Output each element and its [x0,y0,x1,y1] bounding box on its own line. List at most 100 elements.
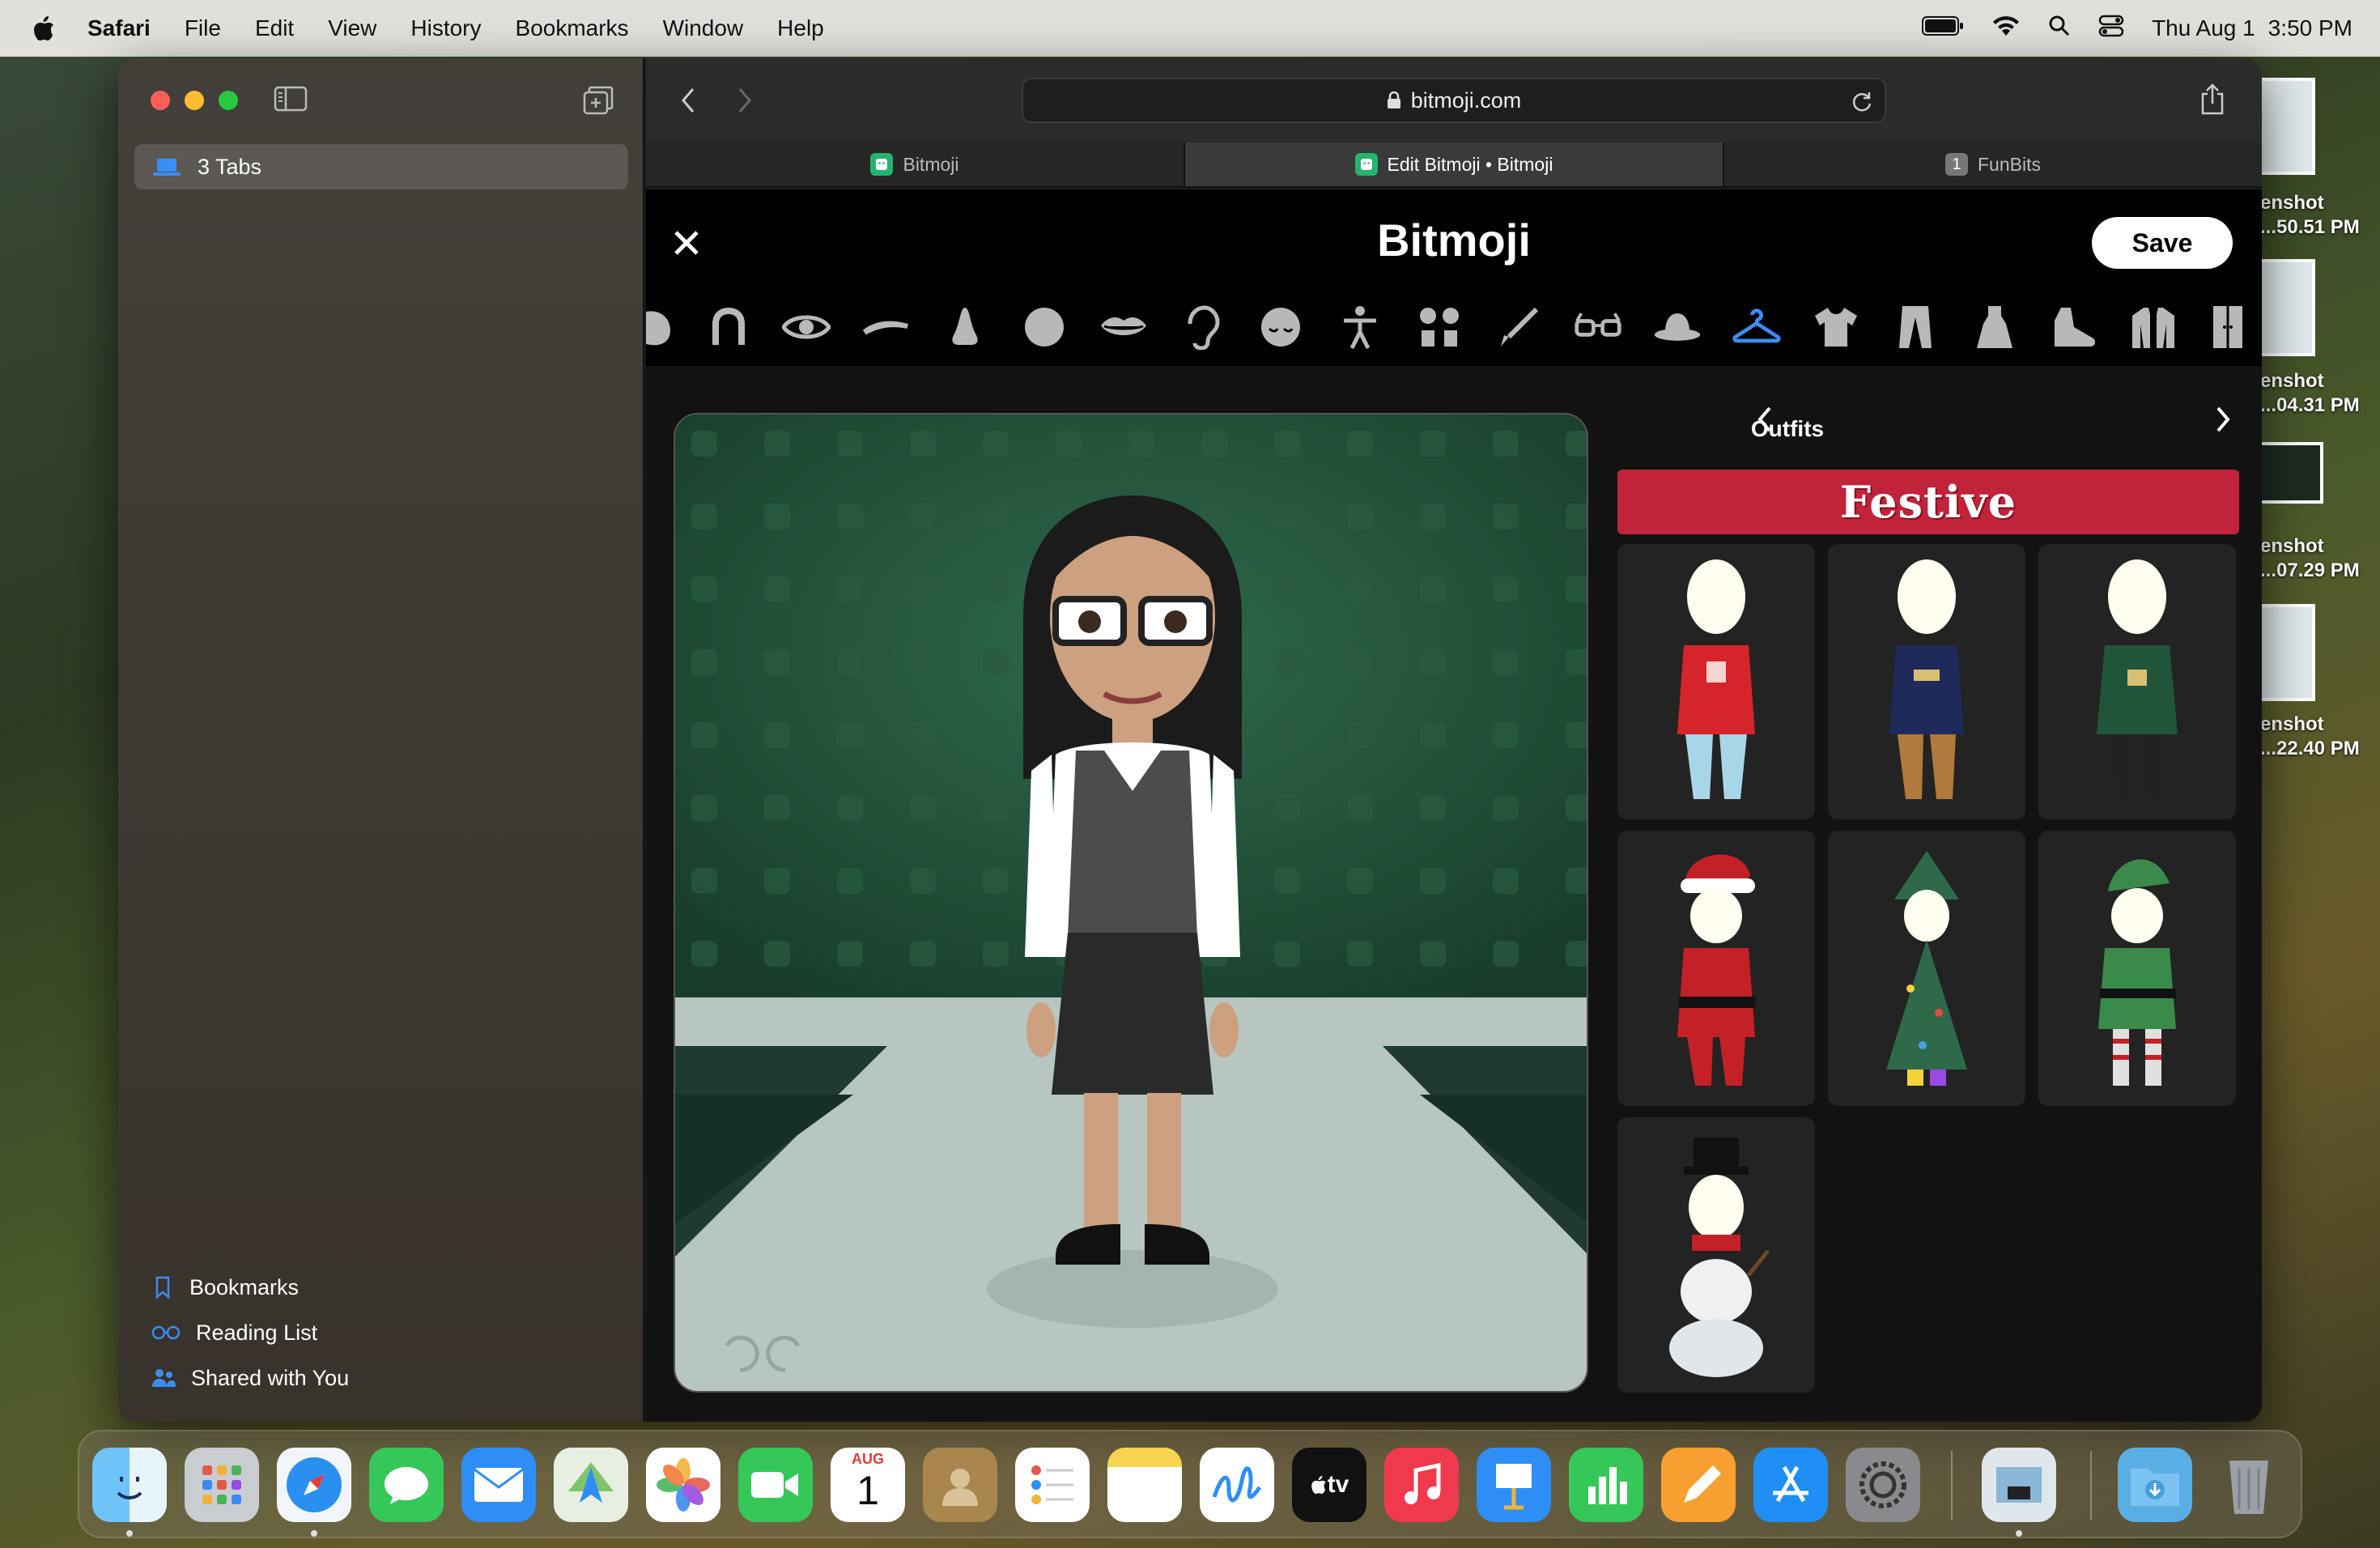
makeup-brush-icon[interactable] [1494,303,1543,351]
app-store-icon[interactable] [1753,1448,1828,1522]
outfit-tile-elf-costume[interactable] [2038,831,2236,1106]
head-icon[interactable] [1020,303,1069,351]
bitmoji-favicon-icon [1354,153,1378,176]
menu-window[interactable]: Window [663,15,744,41]
minimize-window-button[interactable] [185,91,204,110]
hair-icon[interactable] [704,303,753,351]
tab-group-item[interactable]: 3 Tabs [134,144,628,189]
undo-icon[interactable] [711,1329,751,1370]
calendar-icon[interactable]: AUG 1 [831,1448,905,1522]
tab-edit-bitmoji[interactable]: Edit Bitmoji • Bitmoji [1185,142,1724,186]
bottoms-icon[interactable] [1891,303,1940,351]
accessories-icon[interactable] [1415,303,1464,351]
face-shape-icon[interactable] [646,303,682,351]
facetime-icon[interactable] [738,1448,813,1522]
menu-view[interactable]: View [328,15,376,41]
outfit-tile-snowman[interactable] [1617,1117,1815,1393]
messages-icon[interactable] [369,1448,444,1522]
outfit-tile-green-sweater[interactable] [2038,544,2236,819]
forward-button[interactable] [735,86,754,119]
keynote-icon[interactable] [1477,1448,1551,1522]
glasses-icon[interactable] [1574,303,1622,351]
music-icon[interactable] [1384,1448,1459,1522]
tv-label: tv [1327,1471,1349,1498]
outfit-tile-red-sweater[interactable] [1617,544,1815,819]
sidebar-item-reading-list[interactable]: Reading List [151,1310,349,1355]
tab-label: Edit Bitmoji • Bitmoji [1387,153,1553,175]
address-bar[interactable]: bitmoji.com [1022,78,1886,123]
sidebar-toggle-icon[interactable] [274,86,308,116]
redo-icon[interactable] [776,1329,816,1370]
preview-icon[interactable] [1982,1448,2056,1522]
body-icon[interactable] [1336,303,1384,351]
battery-icon[interactable] [1922,15,1964,42]
face-lines-icon[interactable] [1256,303,1305,351]
maps-icon[interactable] [554,1448,628,1522]
save-button[interactable]: Save [2092,217,2233,269]
trash-icon[interactable] [2212,1448,2286,1522]
spotlight-search-icon[interactable] [2048,15,2071,43]
close-window-button[interactable] [151,91,170,110]
mail-icon[interactable] [461,1448,536,1522]
menu-history[interactable]: History [410,15,481,41]
pages-icon[interactable] [1661,1448,1736,1522]
back-button[interactable] [678,86,698,119]
finder-icon[interactable] [92,1448,167,1522]
apple-menu-icon[interactable] [28,12,60,45]
next-category-button[interactable] [2212,405,2233,438]
menu-time[interactable]: 3:50 PM [2268,15,2352,41]
lips-icon[interactable] [1099,303,1148,351]
reload-icon[interactable] [1851,91,1873,113]
tab-bitmoji[interactable]: Bitmoji [646,142,1185,186]
ear-icon[interactable] [1177,303,1226,351]
desktop-file-label: enshot ...22.40 PM [2260,713,2360,759]
shoes-icon[interactable] [2050,303,2098,351]
hat-icon[interactable] [1653,303,1702,351]
outfit-tile-navy-sweater[interactable] [1828,544,2025,819]
tops-icon[interactable] [1812,303,1860,351]
share-icon[interactable] [2199,83,2226,119]
running-indicator [311,1530,317,1537]
control-center-icon[interactable] [2098,15,2124,43]
menu-help[interactable]: Help [777,15,824,41]
wifi-icon[interactable] [1991,15,2021,43]
safari-icon[interactable] [277,1448,351,1522]
outerwear-icon[interactable] [2129,303,2178,351]
sidebar-item-bookmarks[interactable]: Bookmarks [151,1265,349,1310]
new-tab-icon[interactable] [2260,83,2262,114]
avatar-preview [674,413,1588,1393]
menu-edit[interactable]: Edit [255,15,294,41]
menu-file[interactable]: File [185,15,221,41]
system-settings-icon[interactable] [1846,1448,1920,1522]
launchpad-icon[interactable] [185,1448,259,1522]
menu-date[interactable]: Thu Aug 1 [2152,15,2255,41]
bookmark-icon [155,1276,170,1299]
sidebar-item-shared-with-you[interactable]: Shared with You [151,1355,349,1401]
screenshot-thumbnail [2259,259,2315,356]
nose-icon[interactable] [941,303,989,351]
photos-icon[interactable] [646,1448,720,1522]
reading-list-icon [151,1325,181,1340]
menu-app-name[interactable]: Safari [87,15,151,41]
downloads-folder-icon[interactable] [2118,1448,2192,1522]
numbers-icon[interactable] [1569,1448,1643,1522]
reminders-icon[interactable] [1015,1448,1090,1522]
sidebar-item-label: Bookmarks [189,1274,300,1299]
new-tab-group-icon[interactable] [583,86,614,119]
apple-tv-icon[interactable]: tv [1292,1448,1366,1522]
eyebrows-icon[interactable] [861,303,910,351]
eyes-icon[interactable] [782,303,831,351]
wardrobe-icon[interactable] [2204,303,2252,351]
freeform-icon[interactable] [1200,1448,1274,1522]
tab-funbits[interactable]: 1 FunBits [1724,142,2262,186]
dresses-icon[interactable] [1970,303,2019,351]
tab-bar: Bitmoji Edit Bitmoji • Bitmoji 1 FunBits [646,142,2262,188]
outfits-hanger-icon[interactable] [1732,303,1781,351]
notes-icon[interactable] [1107,1448,1182,1522]
outfit-tile-christmas-tree[interactable] [1828,831,2025,1106]
menu-bookmarks[interactable]: Bookmarks [516,15,629,41]
sidebar: 3 Tabs Bookmarks Reading List Shared wit… [118,58,644,1422]
outfit-tile-santa-suit[interactable] [1617,831,1815,1106]
contacts-icon[interactable] [923,1448,997,1522]
zoom-window-button[interactable] [219,91,238,110]
